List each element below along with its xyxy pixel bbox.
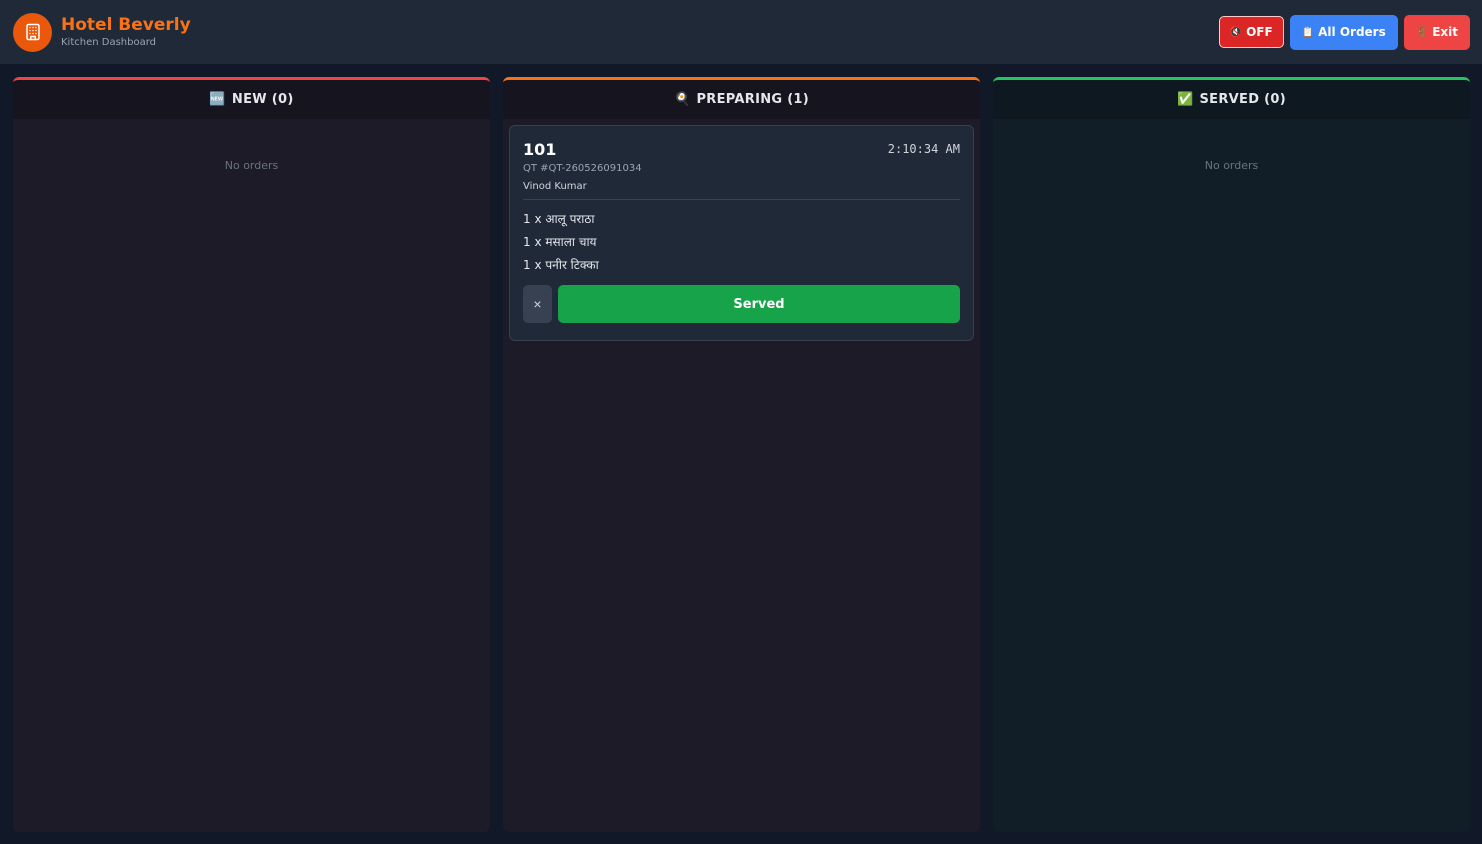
brand: Hotel Beverly Kitchen Dashboard [13, 12, 191, 52]
all-orders-label: All Orders [1318, 25, 1386, 39]
column-preparing: 🍳 PREPARING (1) 101 2:10:34 AM QT #QT-26… [503, 77, 980, 832]
customer-name: Vinod Kumar [523, 181, 587, 192]
column-served-empty: No orders [1204, 159, 1259, 172]
check-mark-icon: ✅ [1177, 92, 1194, 107]
table-number: 101 [523, 140, 557, 159]
door-icon: 🚪 [1415, 26, 1429, 38]
app-subtitle: Kitchen Dashboard [61, 37, 157, 48]
new-icon: 🆕 [209, 92, 226, 107]
exit-label: Exit [1432, 25, 1458, 39]
column-served-title: SERVED (0) [1199, 92, 1286, 107]
cancel-order-button[interactable]: × [523, 285, 552, 323]
order-card: 101 2:10:34 AM QT #QT-260526091034 Vinod… [509, 125, 974, 341]
top-bar: Hotel Beverly Kitchen Dashboard 🔇 OFF 📋 … [0, 0, 1482, 64]
column-new-title: NEW (0) [231, 92, 294, 107]
exit-button[interactable]: 🚪 Exit [1403, 14, 1470, 50]
order-reference: QT #QT-260526091034 [523, 163, 642, 174]
order-time: 2:10:34 AM [887, 142, 960, 156]
column-served-header: ✅ SERVED (0) [993, 80, 1470, 119]
brand-text: Hotel Beverly Kitchen Dashboard [61, 15, 191, 49]
sound-toggle-label: OFF [1246, 25, 1273, 39]
all-orders-button[interactable]: 📋 All Orders [1289, 14, 1398, 50]
order-card-header: 101 2:10:34 AM [523, 140, 960, 160]
order-actions: × Served [523, 285, 960, 323]
order-item: 1 x पनीर टिक्का [523, 258, 599, 272]
column-new-header: 🆕 NEW (0) [13, 80, 490, 119]
muted-speaker-icon: 🔇 [1229, 26, 1243, 38]
column-preparing-header: 🍳 PREPARING (1) [503, 80, 980, 119]
mark-served-button[interactable]: Served [558, 285, 960, 323]
order-item: 1 x मसाला चाय [523, 235, 597, 249]
order-item: 1 x आलू पराठा [523, 212, 595, 226]
column-preparing-title: PREPARING (1) [696, 92, 810, 107]
header-actions: 🔇 OFF 📋 All Orders 🚪 Exit [1218, 14, 1470, 50]
order-items: 1 x आलू पराठा 1 x मसाला चाय 1 x पनीर टिक… [523, 208, 960, 277]
building-icon [13, 12, 52, 52]
card-divider [523, 199, 960, 200]
app-title: Hotel Beverly [61, 15, 191, 35]
column-new: 🆕 NEW (0) No orders [13, 77, 490, 832]
frying-pan-icon: 🍳 [673, 92, 691, 107]
clipboard-icon: 📋 [1301, 26, 1315, 38]
sound-toggle-button[interactable]: 🔇 OFF [1218, 16, 1284, 48]
kitchen-board: 🆕 NEW (0) No orders 🍳 PREPARING (1) 101 … [13, 77, 1470, 832]
column-served: ✅ SERVED (0) No orders [993, 77, 1470, 832]
column-new-empty: No orders [224, 159, 279, 172]
